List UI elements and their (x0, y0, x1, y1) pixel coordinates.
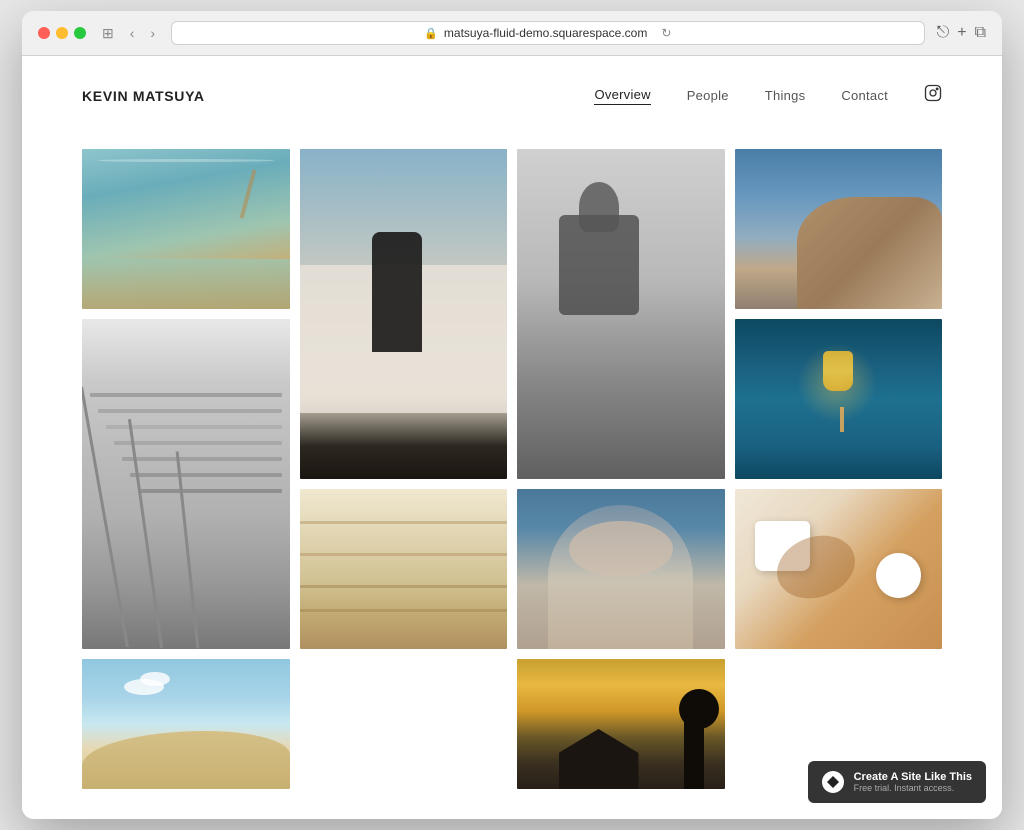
share-button[interactable]: ⎋ (937, 24, 950, 42)
badge-title: Create A Site Like This (854, 771, 972, 783)
nav-people[interactable]: People (687, 88, 729, 103)
address-bar[interactable]: 🔒 matsuya-fluid-demo.squarespace.com ↻ (171, 21, 924, 45)
url-text: matsuya-fluid-demo.squarespace.com (444, 26, 647, 40)
browser-chrome: ⊞ ‹ › 🔒 matsuya-fluid-demo.squarespace.c… (22, 11, 1002, 56)
squarespace-badge[interactable]: Create A Site Like This Free trial. Inst… (808, 761, 986, 803)
photo-house-sunset[interactable] (517, 659, 725, 789)
photo-cliff[interactable] (735, 149, 943, 309)
traffic-lights (38, 27, 86, 39)
browser-window: ⊞ ‹ › 🔒 matsuya-fluid-demo.squarespace.c… (22, 11, 1002, 819)
forward-button[interactable]: › (146, 23, 159, 43)
photo-water-person[interactable] (517, 149, 725, 479)
maximize-button[interactable] (74, 27, 86, 39)
nav-things[interactable]: Things (765, 88, 806, 103)
nav-overview[interactable]: Overview (594, 87, 650, 105)
photo-woman[interactable] (517, 489, 725, 649)
reload-icon: ↻ (661, 26, 671, 40)
badge-text: Create A Site Like This Free trial. Inst… (854, 771, 972, 793)
nav-contact[interactable]: Contact (841, 88, 888, 103)
badge-subtitle: Free trial. Instant access. (854, 783, 972, 793)
browser-actions: ⎋ + ⧉ (937, 24, 986, 42)
squarespace-logo-icon (822, 771, 844, 793)
minimize-button[interactable] (56, 27, 68, 39)
back-button[interactable]: ‹ (126, 23, 139, 43)
photo-jump[interactable] (300, 149, 508, 479)
photo-coffee[interactable] (735, 489, 943, 649)
site-header: KEVIN MATSUYA Overview People Things Con… (22, 56, 1002, 129)
photo-sand-sky[interactable] (82, 659, 290, 789)
close-button[interactable] (38, 27, 50, 39)
sidebar-toggle-button[interactable]: ⊞ (98, 23, 118, 44)
tabs-button[interactable]: ⧉ (975, 24, 986, 42)
new-tab-button[interactable]: + (957, 24, 966, 42)
photo-lamp[interactable] (735, 319, 943, 479)
instagram-icon[interactable] (924, 84, 942, 107)
lock-icon: 🔒 (424, 27, 438, 40)
site-nav: Overview People Things Contact (594, 84, 942, 107)
photo-beach[interactable] (82, 149, 290, 309)
photo-terrace[interactable] (300, 489, 508, 649)
site-logo: KEVIN MATSUYA (82, 88, 205, 104)
site-content: KEVIN MATSUYA Overview People Things Con… (22, 56, 1002, 819)
photo-grid (22, 129, 1002, 819)
photo-bleachers[interactable] (82, 319, 290, 649)
browser-controls: ⊞ ‹ › (98, 23, 159, 44)
grid-wrapper: Create A Site Like This Free trial. Inst… (22, 129, 1002, 819)
